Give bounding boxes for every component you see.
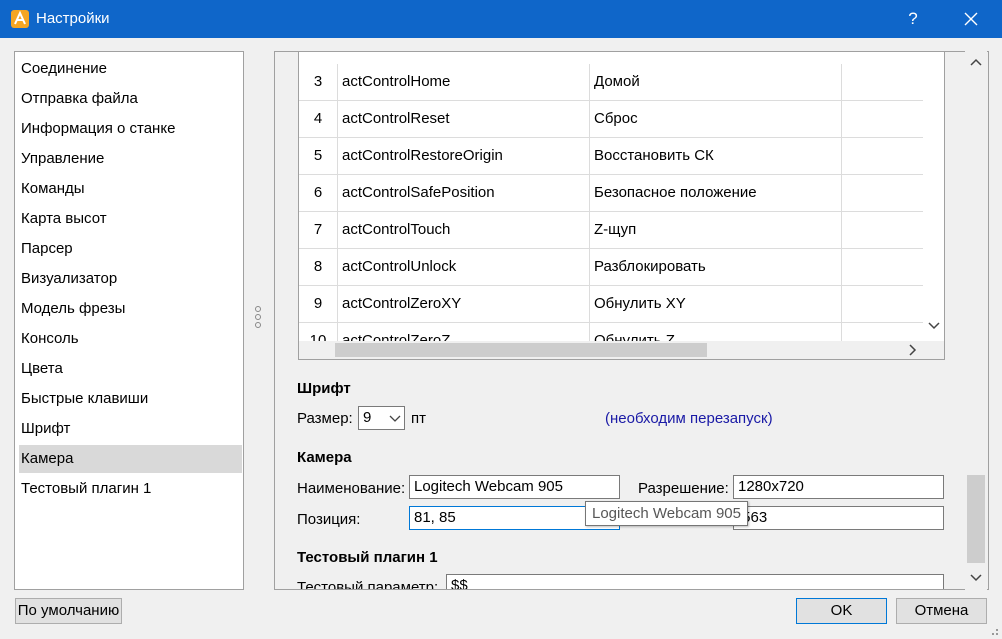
shortcut-cell[interactable] [841, 175, 923, 211]
shortcut-cell[interactable] [841, 64, 923, 100]
title-bar: Настройки ? [0, 0, 1002, 38]
camera-name-label: Наименование: [297, 480, 406, 497]
shortcut-cell[interactable] [841, 138, 923, 174]
nav-item-machine-info[interactable]: Информация о станке [19, 115, 242, 143]
action-desc-cell[interactable]: Безопасное положение [589, 175, 841, 211]
nav-item-font[interactable]: Шрифт [19, 415, 242, 443]
action-name-cell[interactable]: actControlTouch [337, 212, 589, 248]
close-button[interactable] [946, 0, 996, 38]
grip-dot-icon [255, 322, 261, 328]
scrollbar-thumb[interactable] [335, 343, 707, 357]
nav-item-tool-model[interactable]: Модель фрезы [19, 295, 242, 323]
splitter-handle[interactable] [255, 306, 263, 332]
nav-item-camera[interactable]: Камера [19, 445, 242, 473]
action-desc-cell[interactable]: Z-щуп [589, 212, 841, 248]
defaults-button[interactable]: По умолчанию [15, 598, 122, 624]
table-row[interactable]: 4 actControlReset Сброс [299, 101, 923, 138]
action-name-cell[interactable]: actControlZeroXY [337, 286, 589, 322]
row-number: 6 [313, 184, 323, 201]
camera-section-title: Камера [297, 449, 352, 466]
shortcut-cell[interactable] [841, 101, 923, 137]
action-desc-cell[interactable]: Домой [589, 64, 841, 100]
scrollbar-thumb[interactable] [967, 475, 985, 563]
table-row[interactable]: 7 actControlTouch Z-щуп [299, 212, 923, 249]
row-number: 5 [313, 147, 323, 164]
table-horizontal-scrollbar[interactable] [299, 341, 923, 359]
font-size-value: 9 [363, 409, 372, 426]
plugin-section-title: Тестовый плагин 1 [297, 549, 438, 566]
nav-item-connection[interactable]: Соединение [19, 55, 242, 83]
camera-resolution-field[interactable]: 1280x720 [733, 475, 944, 499]
close-icon [964, 12, 978, 26]
nav-item-file-sending[interactable]: Отправка файла [19, 85, 242, 113]
table-row[interactable]: 5 actControlRestoreOrigin Восстановить С… [299, 138, 923, 175]
action-name-cell[interactable]: actControlReset [337, 101, 589, 137]
settings-nav-list[interactable]: Соединение Отправка файла Информация о с… [14, 51, 244, 590]
camera-name-field[interactable]: Logitech Webcam 905 [409, 475, 620, 499]
font-unit-label: пт [411, 410, 426, 427]
table-row[interactable]: 6 actControlSafePosition Безопасное поло… [299, 175, 923, 212]
chevron-up-icon [970, 58, 982, 66]
action-name-cell[interactable]: actControlUnlock [337, 249, 589, 285]
row-number: 8 [313, 258, 323, 275]
camera-size-field[interactable]: ,563 [733, 506, 944, 530]
font-size-label: Размер: [297, 410, 353, 427]
action-name-cell[interactable]: actControlHome [337, 64, 589, 100]
nav-item-commands[interactable]: Команды [19, 175, 242, 203]
action-desc-cell[interactable]: Восстановить СК [589, 138, 841, 174]
row-number: 4 [313, 110, 323, 127]
row-number: 9 [313, 295, 323, 312]
row-number: 3 [313, 73, 323, 90]
camera-position-label: Позиция: [297, 511, 361, 528]
chevron-down-icon [389, 415, 401, 422]
font-size-combo[interactable]: 9 [358, 406, 405, 430]
ok-button[interactable]: OK [796, 598, 887, 624]
shortcut-cell[interactable] [841, 212, 923, 248]
nav-item-test-plugin[interactable]: Тестовый плагин 1 [19, 475, 242, 503]
shortcut-cell[interactable] [841, 286, 923, 322]
table-vertical-scrollbar[interactable] [923, 52, 944, 341]
action-desc-cell[interactable]: Сброс [589, 101, 841, 137]
action-desc-cell[interactable]: Обнулить XY [589, 286, 841, 322]
nav-item-parser[interactable]: Парсер [19, 235, 242, 263]
restart-note: (необходим перезапуск) [605, 410, 773, 427]
nav-item-colors[interactable]: Цвета [19, 355, 242, 383]
nav-item-control[interactable]: Управление [19, 145, 242, 173]
tooltip: Logitech Webcam 905 [585, 501, 748, 526]
nav-item-visualizer[interactable]: Визуализатор [19, 265, 242, 293]
app-icon [11, 10, 29, 28]
chevron-down-icon [928, 322, 940, 330]
table-row[interactable]: 8 actControlUnlock Разблокировать [299, 249, 923, 286]
plugin-param-field[interactable]: $$ [446, 574, 944, 589]
nav-item-heightmap[interactable]: Карта высот [19, 205, 242, 233]
grip-dot-icon [255, 314, 261, 320]
font-section-title: Шрифт [297, 380, 351, 397]
shortcuts-table[interactable]: 3 actControlHome Домой 4 actControlReset… [298, 52, 945, 360]
row-number: 7 [313, 221, 323, 238]
action-name-cell[interactable]: actControlRestoreOrigin [337, 138, 589, 174]
help-button[interactable]: ? [890, 0, 936, 38]
table-row[interactable]: 9 actControlZeroXY Обнулить XY [299, 286, 923, 323]
resize-grip-icon[interactable] [986, 625, 1000, 637]
action-name-cell[interactable]: actControlSafePosition [337, 175, 589, 211]
nav-item-shortcuts[interactable]: Быстрые клавиши [19, 385, 242, 413]
nav-item-console[interactable]: Консоль [19, 325, 242, 353]
camera-resolution-label: Разрешение: [638, 480, 729, 497]
chevron-down-icon [970, 574, 982, 582]
action-desc-cell[interactable]: Разблокировать [589, 249, 841, 285]
plugin-param-label: Тестовый параметр: [297, 579, 439, 590]
grip-dot-icon [255, 306, 261, 312]
window-title: Настройки [36, 10, 110, 27]
shortcut-cell[interactable] [841, 249, 923, 285]
scroll-corner [923, 341, 944, 359]
cancel-button[interactable]: Отмена [896, 598, 987, 624]
content-vertical-scrollbar[interactable] [965, 51, 987, 590]
chevron-right-icon [909, 344, 917, 356]
table-row[interactable]: 3 actControlHome Домой [299, 64, 923, 101]
